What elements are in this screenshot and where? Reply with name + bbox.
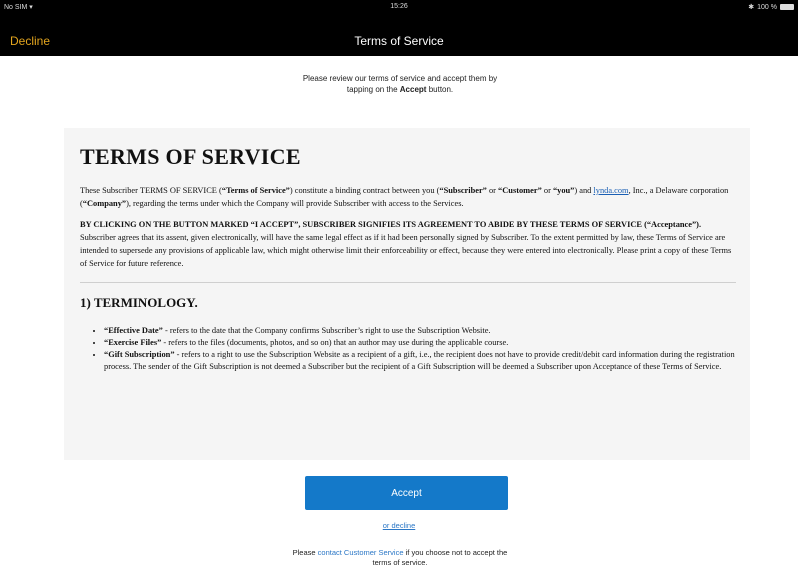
list-item: “Gift Subscription” - refers to a right …	[104, 349, 736, 373]
list-item: “Effective Date” - refers to the date th…	[104, 325, 736, 337]
battery-percent: 100 %	[757, 3, 777, 11]
status-bar: No SIM ▾ 15:26 ✱ 100 %	[0, 0, 798, 14]
clock: 15:26	[390, 3, 408, 10]
company-website-link[interactable]: lynda.com	[593, 186, 628, 195]
terms-intro-paragraph: These Subscriber TERMS OF SERVICE (“Term…	[80, 186, 729, 208]
terms-document-view[interactable]: TERMS OF SERVICE These Subscriber TERMS …	[64, 128, 750, 460]
accept-button[interactable]: Accept	[305, 476, 508, 510]
footer-note: Please contact Customer Service if you c…	[292, 548, 508, 567]
navigation-bar: Decline Terms of Service	[0, 14, 798, 56]
accept-keyword: Accept	[399, 85, 427, 94]
intro-text: Please review our terms of service and a…	[302, 74, 498, 94]
acceptance-paragraph: BY CLICKING ON THE BUTTON MARKED “I ACCE…	[80, 220, 732, 268]
list-item: “Exercise Files” - refers to the files (…	[104, 337, 736, 349]
bluetooth-icon: ✱	[748, 4, 755, 11]
contact-customer-service-link[interactable]: contact Customer Service	[318, 548, 404, 557]
battery-indicator: ✱ 100 %	[748, 3, 794, 11]
terms-heading: TERMS OF SERVICE	[80, 144, 301, 169]
page-title: Terms of Service	[354, 34, 444, 48]
section-terminology-title: 1) TERMINOLOGY.	[80, 295, 198, 310]
battery-icon	[780, 4, 794, 10]
terminology-list: “Effective Date” - refers to the date th…	[80, 325, 736, 373]
section-divider	[80, 282, 736, 283]
or-decline-link[interactable]: or decline	[0, 521, 798, 530]
